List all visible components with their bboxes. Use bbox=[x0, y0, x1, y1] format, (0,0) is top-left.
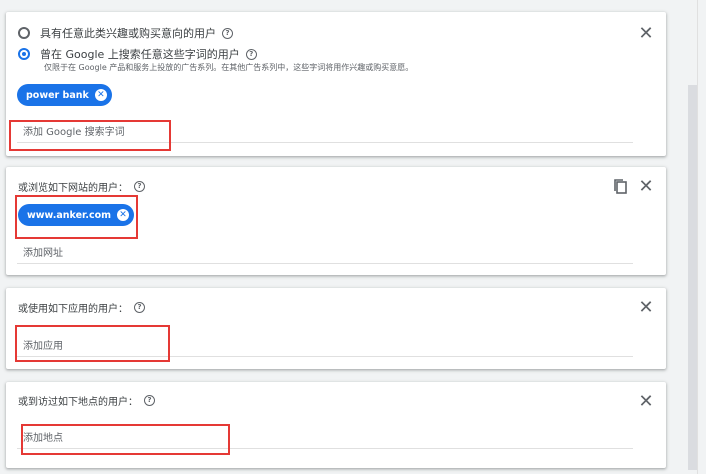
help-icon[interactable]: ? bbox=[245, 48, 257, 60]
app-input[interactable]: 添加应用 bbox=[17, 337, 633, 357]
radio-option-searched-label: 曾在 Google 上搜索任意这些字词的用户 bbox=[40, 48, 240, 61]
radio-option-searched[interactable]: 曾在 Google 上搜索任意这些字词的用户 ? bbox=[18, 46, 257, 62]
places-card: 或到访过如下地点的用户： ? ✕ 添加地点 bbox=[6, 382, 666, 468]
close-icon[interactable]: ✕ bbox=[636, 177, 656, 197]
copy-icon[interactable] bbox=[612, 178, 630, 196]
websites-card: 或浏览如下网站的用户： ? ✕ www.anker.com ✕ 添加网址 bbox=[6, 167, 666, 275]
keyword-chip[interactable]: power bank ✕ bbox=[17, 84, 112, 106]
chip-remove-icon[interactable]: ✕ bbox=[117, 209, 130, 221]
radio-option-interest-label: 具有任意此类兴趣或购买意向的用户 bbox=[40, 27, 216, 40]
panel-divider bbox=[697, 0, 698, 474]
section-title-text: 或浏览如下网站的用户： bbox=[18, 183, 128, 194]
location-input[interactable]: 添加地点 bbox=[17, 429, 633, 449]
website-input[interactable]: 添加网址 bbox=[17, 244, 633, 264]
help-icon[interactable]: ? bbox=[134, 181, 145, 192]
section-title: 或浏览如下网站的用户： ? bbox=[18, 179, 145, 194]
section-title: 或到访过如下地点的用户： ? bbox=[18, 393, 155, 408]
radio-unchecked-icon[interactable] bbox=[18, 27, 30, 39]
section-title-text: 或使用如下应用的用户： bbox=[18, 304, 128, 315]
radio-option-searched-description: 仅限于在 Google 产品和服务上投放的广告系列。在其他广告系列中，这些字词将… bbox=[44, 63, 414, 72]
help-icon[interactable]: ? bbox=[134, 302, 145, 313]
section-title-text: 或到访过如下地点的用户： bbox=[18, 397, 138, 408]
website-chip-label: www.anker.com bbox=[27, 209, 112, 221]
close-icon[interactable]: ✕ bbox=[636, 298, 656, 318]
radio-option-interest[interactable]: 具有任意此类兴趣或购买意向的用户 ? bbox=[18, 25, 233, 41]
radio-checked-icon[interactable] bbox=[18, 48, 30, 60]
section-title: 或使用如下应用的用户： ? bbox=[18, 300, 145, 315]
search-term-input[interactable]: 添加 Google 搜索字词 bbox=[17, 123, 633, 143]
help-icon[interactable]: ? bbox=[144, 395, 155, 406]
close-icon[interactable]: ✕ bbox=[636, 24, 656, 44]
apps-card: 或使用如下应用的用户： ? ✕ 添加应用 bbox=[6, 288, 666, 369]
search-terms-card: ✕ 具有任意此类兴趣或购买意向的用户 ? 曾在 Google 上搜索任意这些字词… bbox=[6, 12, 666, 156]
chip-remove-icon[interactable]: ✕ bbox=[94, 89, 107, 101]
website-chip[interactable]: www.anker.com ✕ bbox=[18, 204, 135, 226]
help-icon[interactable]: ? bbox=[222, 27, 233, 39]
scrollbar[interactable] bbox=[688, 85, 697, 470]
keyword-chip-label: power bank bbox=[26, 89, 89, 101]
close-icon[interactable]: ✕ bbox=[636, 392, 656, 412]
